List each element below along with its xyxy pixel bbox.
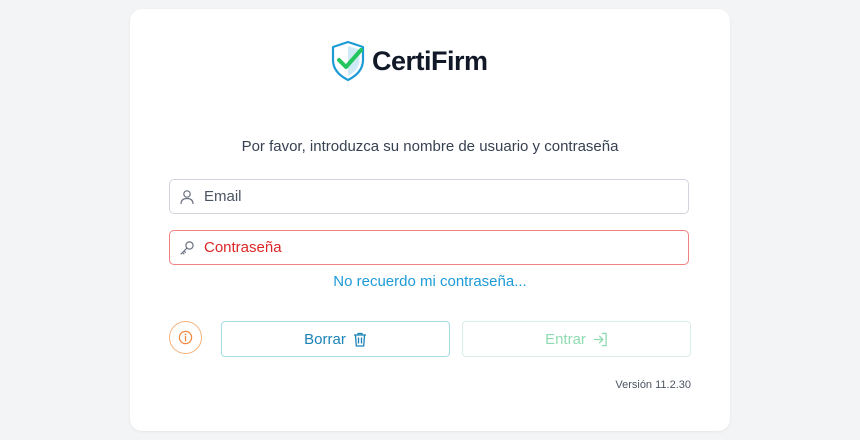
password-input[interactable] (204, 231, 688, 264)
user-icon (170, 179, 204, 214)
login-prompt: Por favor, introduzca su nombre de usuar… (241, 138, 619, 155)
info-button[interactable] (169, 321, 202, 354)
brand-logo: CertiFirm (330, 40, 488, 82)
clear-button-label: Borrar (304, 330, 346, 348)
enter-button[interactable]: Entrar (462, 321, 691, 357)
email-field[interactable] (169, 179, 689, 214)
password-field[interactable] (169, 230, 689, 265)
login-card: CertiFirm Por favor, introduzca su nombr… (130, 9, 730, 431)
forgot-password-link[interactable]: No recuerdo mi contraseña... (130, 273, 730, 290)
clear-button[interactable]: Borrar (221, 321, 450, 357)
brand-name: CertiFirm (372, 45, 488, 76)
version-label: Versión 11.2.30 (615, 379, 691, 391)
shield-check-icon (331, 40, 365, 82)
trash-icon (353, 332, 366, 347)
enter-button-label: Entrar (545, 330, 586, 348)
info-icon (178, 330, 193, 345)
key-icon (170, 230, 204, 265)
email-input[interactable] (204, 180, 688, 213)
sign-in-icon (593, 332, 607, 346)
